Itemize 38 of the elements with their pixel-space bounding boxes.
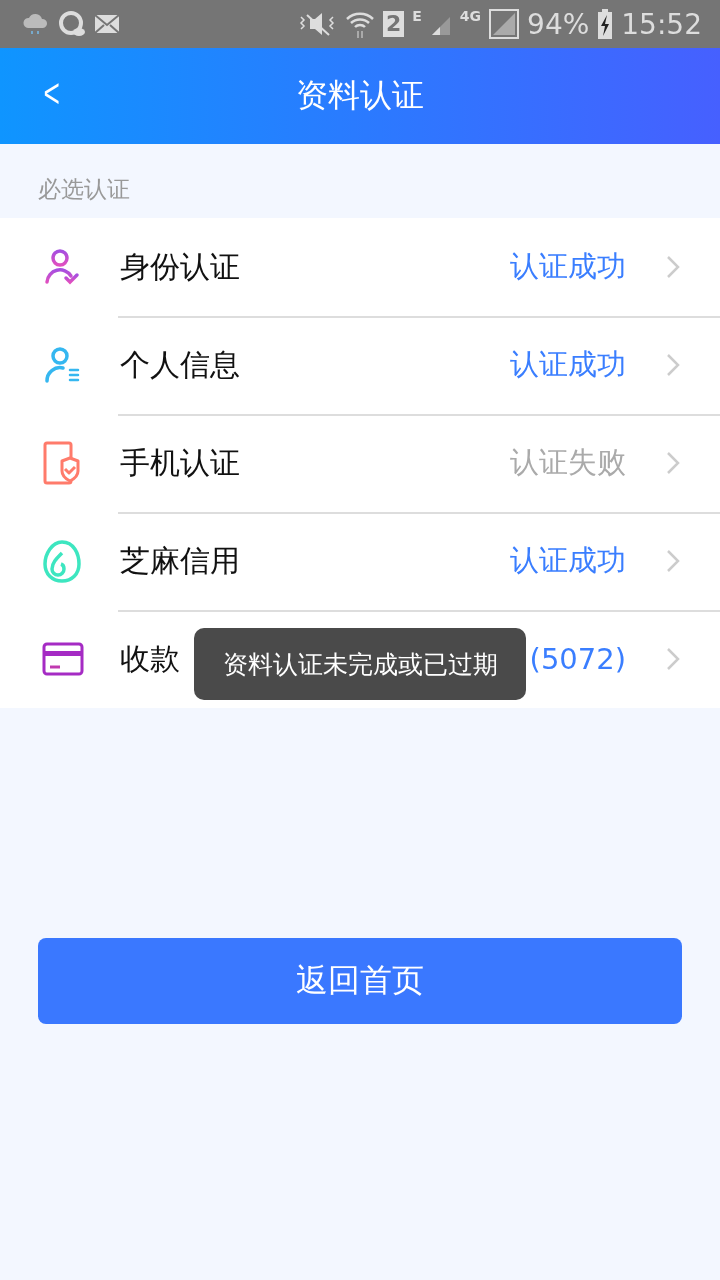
- status-text: 认证失败: [510, 444, 626, 481]
- person-list-icon: [42, 345, 82, 385]
- status-text: 认证成功: [510, 542, 626, 579]
- chevron-right-icon: [666, 353, 680, 377]
- item-label: 身份认证: [120, 247, 240, 286]
- home-button[interactable]: 返回首页: [38, 938, 682, 1024]
- signal-icon: [489, 9, 520, 39]
- item-label: 收款: [120, 639, 180, 678]
- network-type: E: [412, 8, 422, 24]
- item-label: 个人信息: [120, 345, 240, 384]
- item-label: 芝麻信用: [120, 541, 240, 580]
- status-text: 认证成功: [510, 248, 626, 285]
- section-label: 必选认证: [37, 175, 131, 204]
- list-item[interactable]: 芝麻信用 认证成功: [0, 512, 720, 610]
- toast-message: 资料认证未完成或已过期: [194, 628, 526, 700]
- phone-shield-icon: [42, 441, 82, 485]
- chevron-right-icon: [666, 549, 680, 573]
- clock: 15:52: [621, 7, 702, 41]
- mail-icon: [94, 14, 120, 34]
- cloud-rain-icon: [22, 12, 50, 36]
- status-text: 认证成功: [510, 346, 626, 383]
- page-title: 资料认证: [296, 75, 424, 116]
- status-text: (5072): [529, 642, 626, 676]
- chat-bubble-icon: [58, 10, 86, 38]
- list-item[interactable]: 身份认证 认证成功: [0, 218, 720, 316]
- battery-charging-icon: [597, 9, 614, 39]
- item-label: 手机认证: [120, 443, 240, 482]
- battery-percent: 94%: [527, 7, 590, 41]
- person-check-icon: [42, 247, 82, 287]
- sim-indicator: 2: [382, 11, 405, 37]
- chevron-right-icon: [666, 647, 680, 671]
- list-item[interactable]: 个人信息 认证成功: [0, 316, 720, 414]
- chevron-right-icon: [666, 451, 680, 475]
- list-item[interactable]: 手机认证 认证失败: [0, 414, 720, 512]
- chevron-right-icon: [666, 255, 680, 279]
- network-type: 4G: [459, 8, 482, 24]
- bank-card-icon: [42, 642, 84, 676]
- drop-icon: [42, 539, 82, 583]
